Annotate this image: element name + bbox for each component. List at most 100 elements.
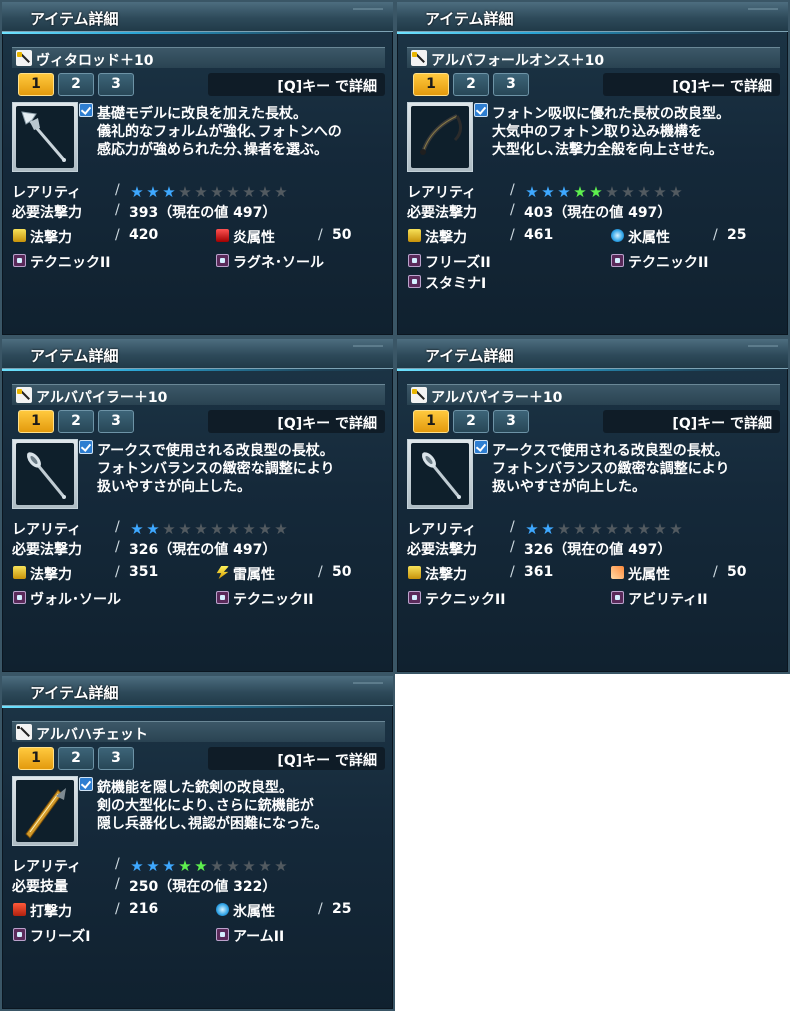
item-description: フォトン吸収に優れた長杖の改良型。 大気中のフォトン取り込み機構を 大型化し､法… (492, 105, 782, 159)
separator: / (115, 876, 120, 892)
requirement-value: 326（現在の値 497） (524, 542, 672, 558)
separator: / (713, 227, 718, 243)
tab-1[interactable]: 1 (18, 410, 54, 433)
ability-label: アビリティII (628, 592, 708, 608)
description-line: 大型化し､法撃力全般を向上させた。 (492, 142, 723, 158)
element-value: 25 (332, 901, 352, 917)
attack-label: 法撃力 (425, 567, 467, 583)
star-filled-icon: ★ (130, 857, 144, 875)
tab-2[interactable]: 2 (453, 410, 489, 433)
star-filled-icon: ★ (557, 183, 571, 201)
panel-title: アイテム詳細 (425, 347, 514, 365)
attack-value: 351 (129, 564, 159, 580)
panel-header: アイテム詳細 (2, 676, 393, 708)
star-empty-icon: ★ (162, 520, 176, 538)
tab-1[interactable]: 1 (413, 73, 449, 96)
requirement-label: 必要法撃力 (407, 205, 477, 221)
description-line: フォトンバランスの緻密な調整により (492, 461, 730, 477)
favorite-checkbox[interactable] (474, 440, 488, 454)
attack-label: 法撃力 (30, 567, 72, 583)
attack-label: 法撃力 (30, 230, 72, 246)
star-empty-icon: ★ (589, 520, 603, 538)
star-filled-icon: ★ (162, 857, 176, 875)
ability-label: テクニックII (30, 255, 111, 271)
item-description: アークスで使用される改良型の長杖。 フォトンバランスの緻密な調整により 扱いやす… (492, 442, 782, 496)
star-empty-icon: ★ (210, 183, 224, 201)
ability-icon (611, 254, 624, 267)
tab-2[interactable]: 2 (58, 73, 94, 96)
description-line: アークスで使用される改良型の長杖。 (492, 443, 729, 459)
favorite-checkbox[interactable] (79, 103, 93, 117)
star-empty-icon: ★ (669, 183, 683, 201)
tab-1[interactable]: 1 (18, 73, 54, 96)
separator: / (318, 901, 323, 917)
star-empty-icon: ★ (653, 520, 667, 538)
star-empty-icon: ★ (210, 857, 224, 875)
description-line: 隠し兵器化し､視認が困難になった。 (97, 816, 328, 832)
detail-hint[interactable]: [Q]キー で詳細 (208, 73, 385, 96)
tab-3[interactable]: 3 (493, 73, 529, 96)
separator: / (510, 182, 515, 198)
item-name: アルバパイラー＋10 (36, 390, 168, 406)
tab-1[interactable]: 1 (18, 747, 54, 770)
tab-3[interactable]: 3 (98, 73, 134, 96)
detail-hint-label: [Q]キー で詳細 (277, 753, 377, 769)
star-empty-icon: ★ (178, 183, 192, 201)
star-empty-icon: ★ (210, 520, 224, 538)
ability-icon (13, 591, 26, 604)
attack-label: 打撃力 (30, 904, 72, 920)
detail-hint[interactable]: [Q]キー で詳細 (603, 410, 780, 433)
star-empty-icon: ★ (194, 520, 208, 538)
tab-2[interactable]: 2 (58, 410, 94, 433)
technique-attack-icon (13, 566, 26, 579)
panel-header: アイテム詳細 (397, 339, 788, 371)
separator: / (115, 519, 120, 535)
star-empty-icon: ★ (669, 520, 683, 538)
tab-3[interactable]: 3 (98, 747, 134, 770)
ability-label: フリーズI (30, 929, 91, 945)
ability-label: テクニックII (233, 592, 314, 608)
separator: / (510, 539, 515, 555)
item-name-bar: アルバハチェット (12, 721, 385, 743)
separator: / (318, 564, 323, 580)
detail-hint[interactable]: [Q]キー で詳細 (603, 73, 780, 96)
requirement-value: 403（現在の値 497） (524, 205, 672, 221)
tab-3[interactable]: 3 (493, 410, 529, 433)
detail-hint[interactable]: [Q]キー で詳細 (208, 747, 385, 770)
description-line: アークスで使用される改良型の長杖。 (97, 443, 334, 459)
element-label: 光属性 (628, 567, 670, 583)
item-image (16, 443, 74, 505)
detail-hint-label: [Q]キー で詳細 (672, 79, 772, 95)
favorite-checkbox[interactable] (79, 777, 93, 791)
tab-2[interactable]: 2 (453, 73, 489, 96)
star-empty-icon: ★ (621, 520, 635, 538)
star-empty-icon: ★ (242, 857, 256, 875)
item-thumbnail (12, 776, 78, 846)
star-empty-icon: ★ (242, 183, 256, 201)
element-label: 氷属性 (628, 230, 670, 246)
tab-3[interactable]: 3 (98, 410, 134, 433)
panel-title: アイテム詳細 (30, 684, 119, 702)
detail-hint[interactable]: [Q]キー で詳細 (208, 410, 385, 433)
star-empty-icon: ★ (258, 183, 272, 201)
tab-1[interactable]: 1 (413, 410, 449, 433)
star-empty-icon: ★ (573, 520, 587, 538)
star-empty-icon: ★ (605, 183, 619, 201)
panel-title: アイテム詳細 (30, 347, 119, 365)
tab-2[interactable]: 2 (58, 747, 94, 770)
element-value: 25 (727, 227, 747, 243)
favorite-checkbox[interactable] (474, 103, 488, 117)
ability-icon (408, 275, 421, 288)
separator: / (318, 227, 323, 243)
star-empty-icon: ★ (274, 520, 288, 538)
rarity-label: レアリティ (12, 522, 82, 538)
ability-label: テクニックII (628, 255, 709, 271)
element-value: 50 (727, 564, 747, 580)
element-label: 炎属性 (233, 230, 275, 246)
description-line: 感応力が強められた分､操者を選ぶ。 (97, 142, 328, 158)
star-filled-icon: ★ (146, 857, 160, 875)
star-filled-icon: ★ (130, 520, 144, 538)
favorite-checkbox[interactable] (79, 440, 93, 454)
item-name: アルバハチェット (36, 727, 148, 743)
item-thumbnail (12, 102, 78, 172)
